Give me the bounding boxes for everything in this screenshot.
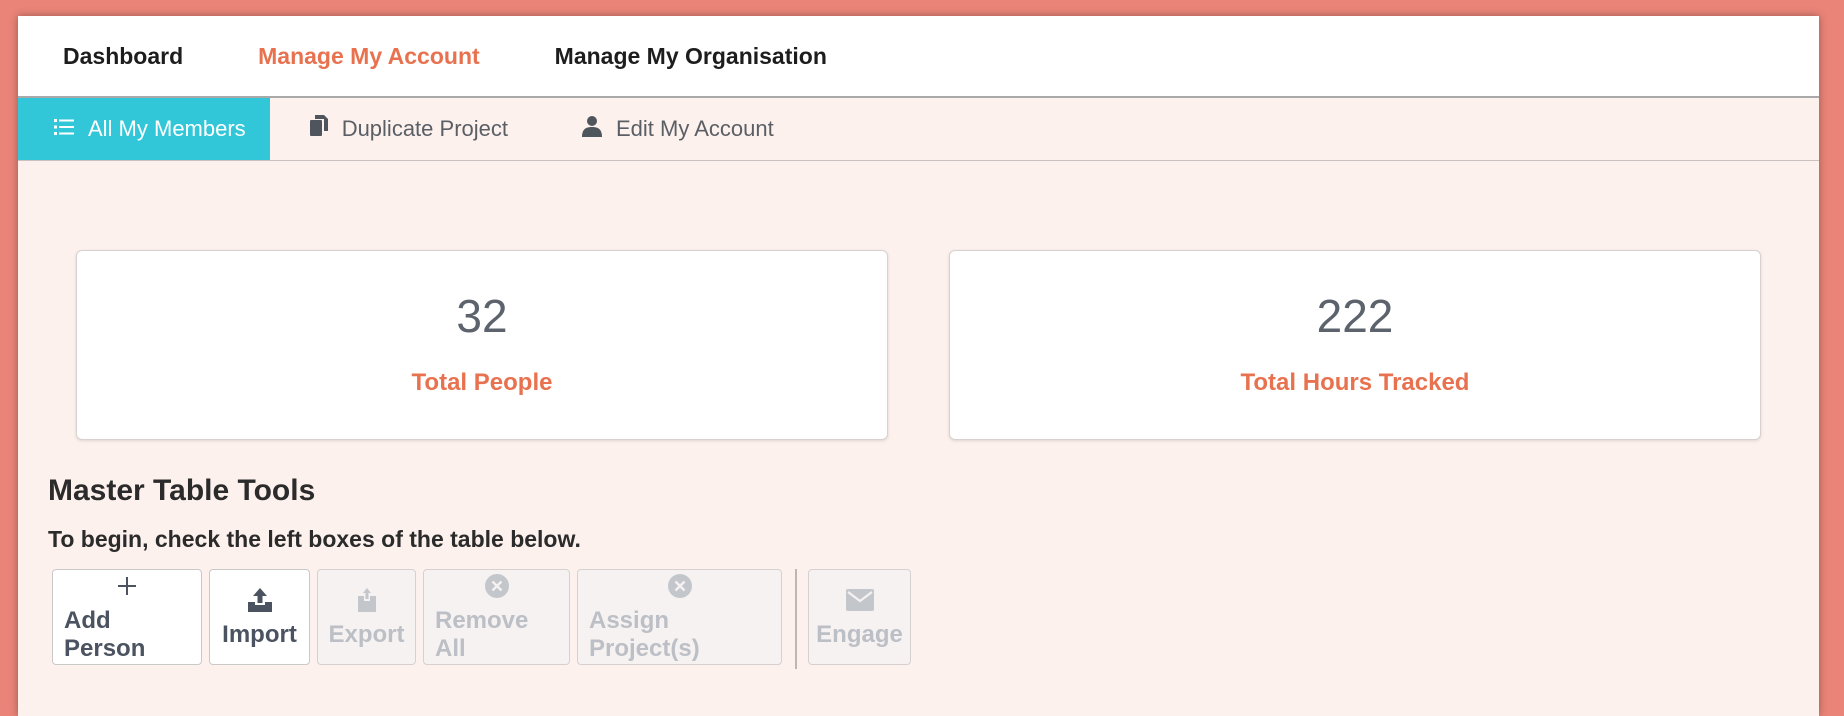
button-label: Export — [328, 621, 405, 648]
button-label: Remove All — [435, 607, 529, 662]
export-button[interactable]: Export — [317, 569, 416, 665]
upload-icon — [247, 585, 273, 615]
tab-label: Edit My Account — [616, 116, 774, 141]
instruction-text: To begin, check the left boxes of the ta… — [48, 526, 581, 552]
engage-button[interactable]: Engage — [808, 569, 911, 665]
tab-label: Duplicate Project — [341, 116, 508, 141]
sub-navigation: All My Members Duplicate Project Edit My… — [18, 98, 1819, 161]
circle-x-icon — [667, 571, 693, 601]
app-window: Dashboard Manage My Account Manage My Or… — [18, 16, 1819, 716]
tab-duplicate-project[interactable]: Duplicate Project — [270, 98, 542, 160]
add-person-button[interactable]: Add Person — [52, 569, 202, 665]
section-title: Master Table Tools — [48, 474, 316, 507]
export-icon — [356, 585, 378, 615]
envelope-icon — [845, 585, 874, 615]
tab-edit-my-account[interactable]: Edit My Account — [542, 98, 808, 160]
button-label: Assign Project(s) — [589, 607, 700, 662]
top-navigation: Dashboard Manage My Account Manage My Or… — [18, 16, 1819, 98]
button-label: Add Person — [64, 607, 146, 662]
nav-manage-my-organisation[interactable]: Manage My Organisation — [555, 43, 827, 70]
nav-dashboard[interactable]: Dashboard — [63, 43, 183, 70]
assign-projects-button[interactable]: Assign Project(s) — [577, 569, 782, 665]
stat-value: 32 — [456, 290, 508, 342]
nav-manage-my-account[interactable]: Manage My Account — [258, 43, 480, 70]
stat-card-total-people: 32 Total People — [76, 250, 888, 440]
stat-card-total-hours: 222 Total Hours Tracked — [949, 250, 1761, 440]
tab-label: All My Members — [88, 116, 246, 141]
stats-row: 32 Total People 222 Total Hours Tracked — [76, 250, 1761, 440]
circle-x-icon — [484, 571, 510, 601]
stat-label: Total Hours Tracked — [1240, 369, 1470, 396]
tool-button-row: Add Person Import Export Remove All Assi… — [52, 569, 918, 669]
import-button[interactable]: Import — [209, 569, 310, 665]
remove-all-button[interactable]: Remove All — [423, 569, 570, 665]
stat-label: Total People — [411, 369, 553, 396]
list-icon — [54, 116, 88, 142]
tab-all-my-members[interactable]: All My Members — [18, 98, 270, 160]
plus-icon — [116, 571, 138, 601]
copy-icon — [309, 115, 342, 143]
user-icon — [582, 115, 616, 143]
master-table-tools: Master Table Tools To begin, check the l… — [48, 474, 918, 669]
button-label: Engage — [816, 621, 903, 648]
button-label: Import — [222, 621, 297, 648]
stat-value: 222 — [1316, 290, 1394, 342]
button-divider — [795, 569, 797, 669]
